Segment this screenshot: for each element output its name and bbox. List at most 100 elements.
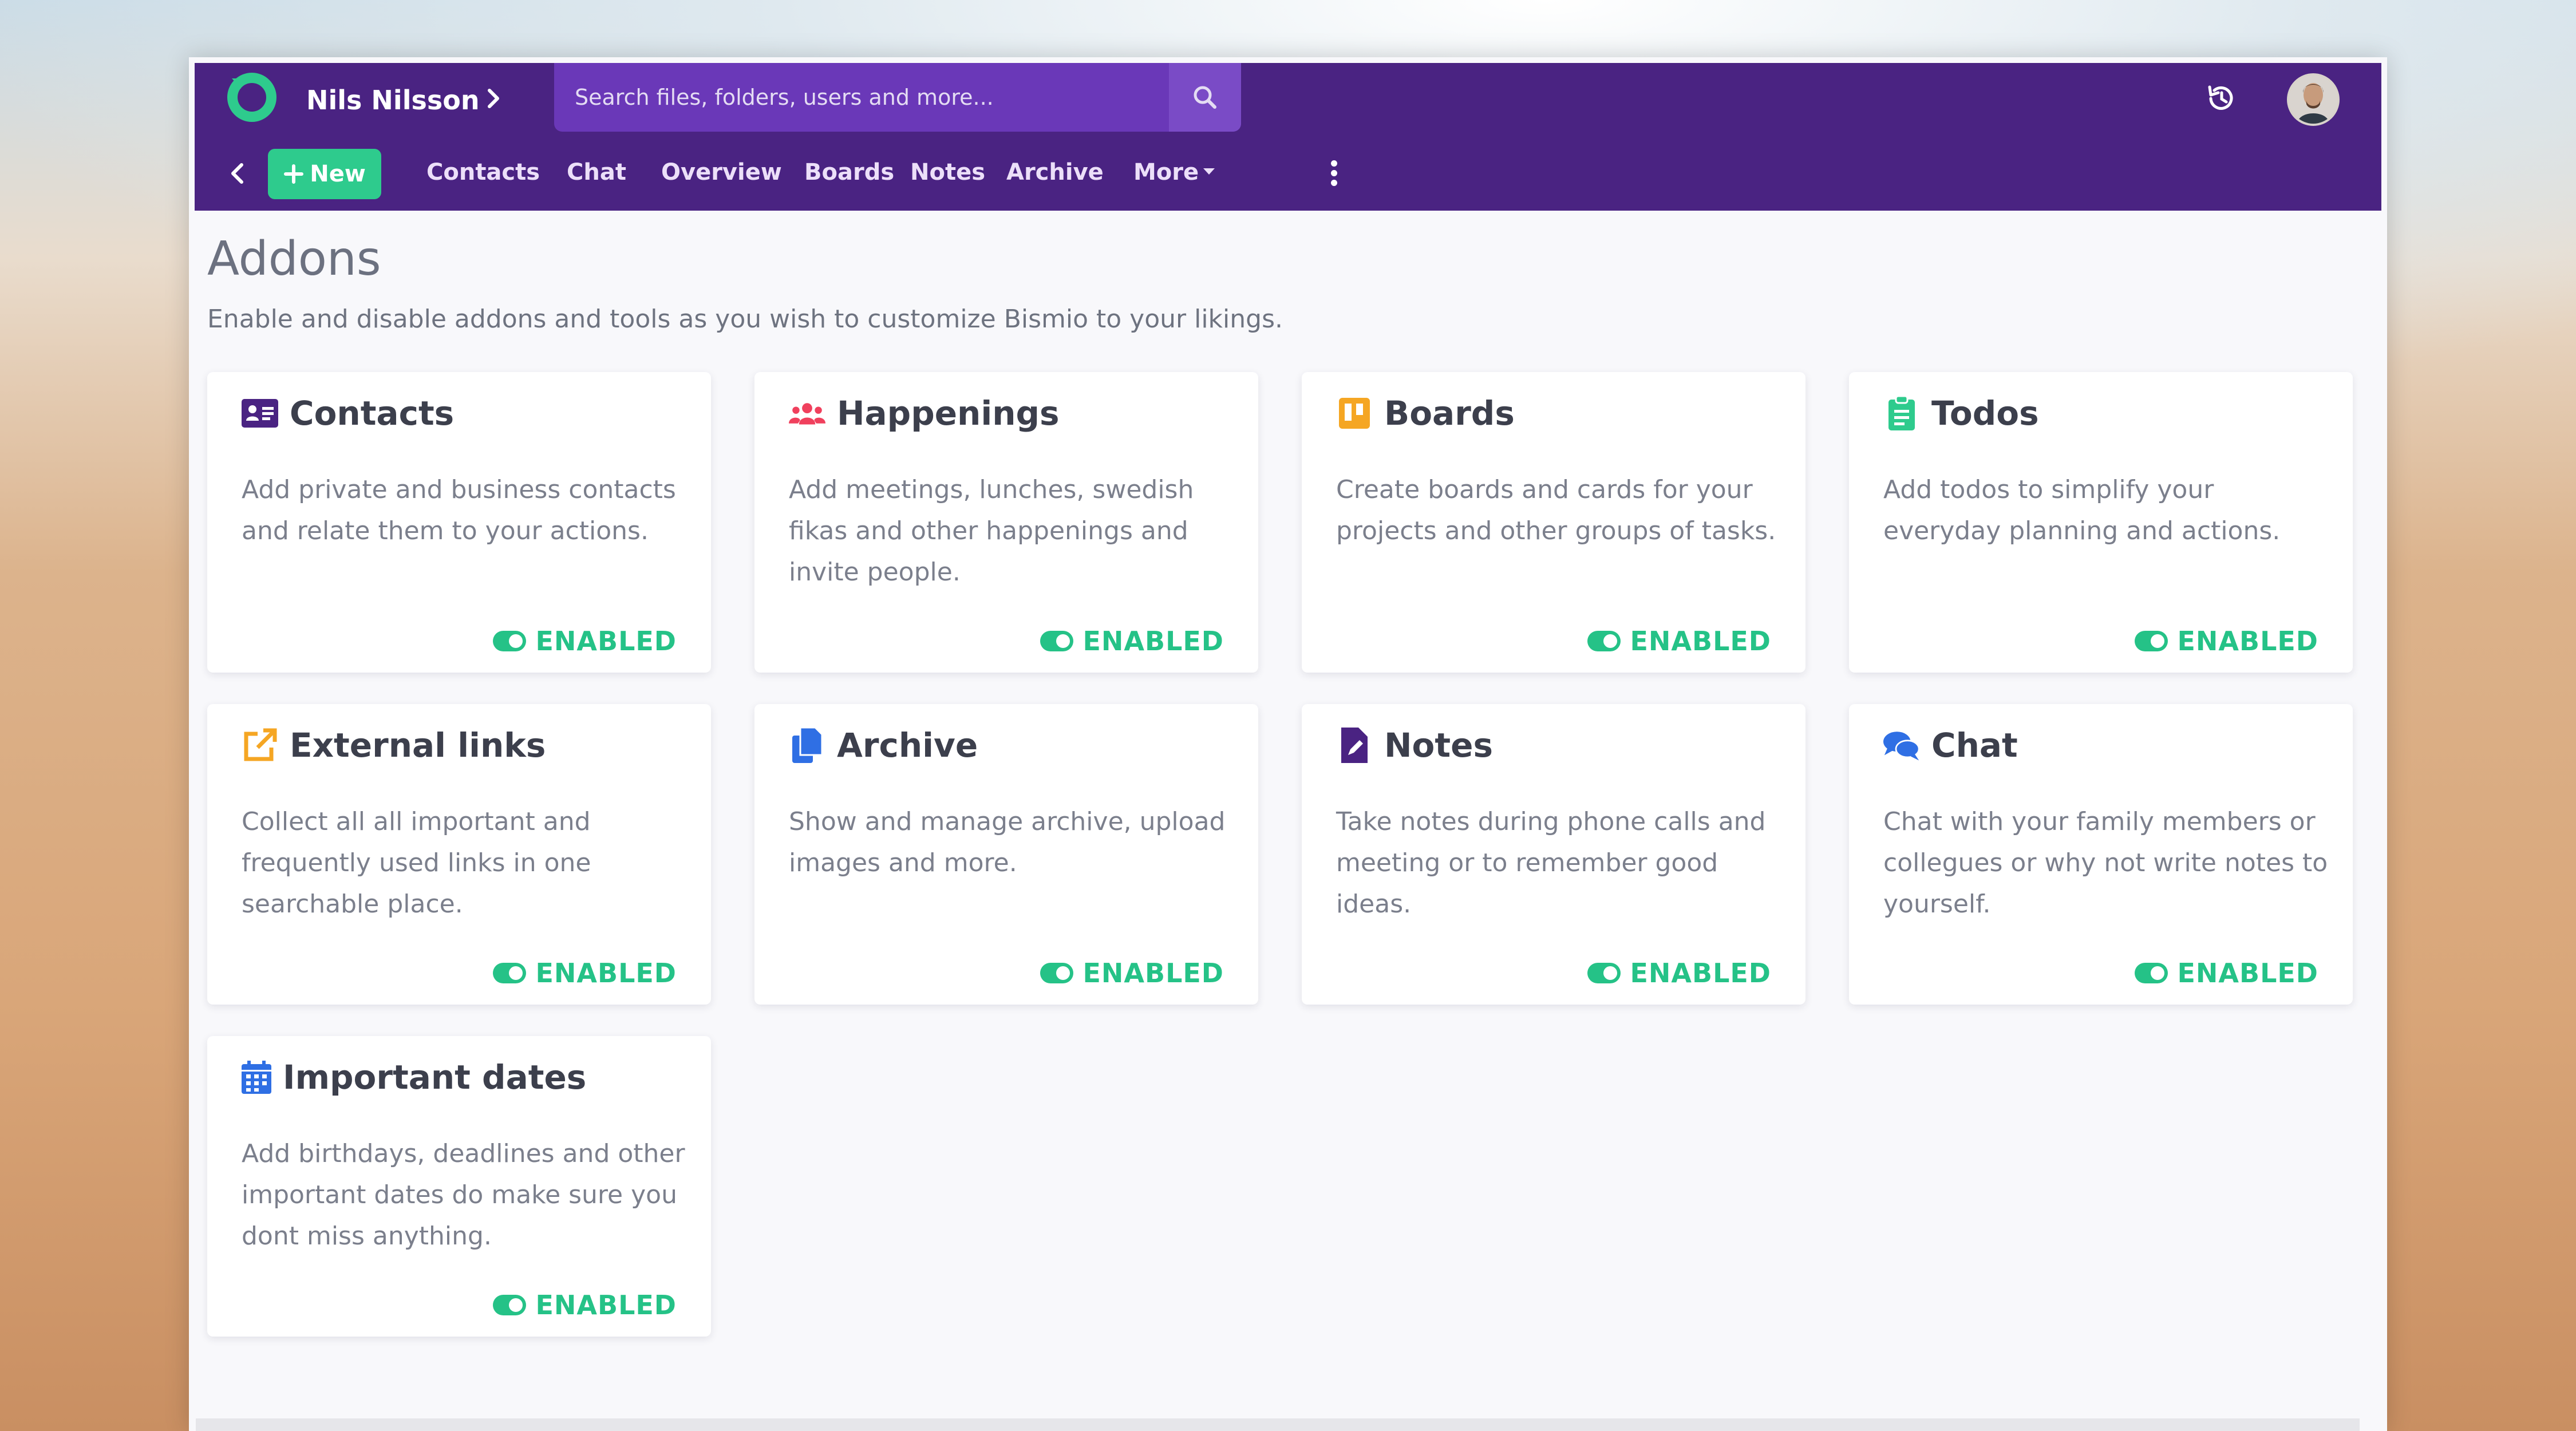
search-icon	[1194, 86, 1216, 109]
toggle-on-icon	[1587, 963, 1621, 983]
addon-description: Take notes during phone calls and meetin…	[1336, 807, 1766, 919]
addon-description: Show and manage archive, upload images a…	[789, 807, 1226, 877]
nav-boards[interactable]: Boards	[804, 159, 894, 185]
history-icon[interactable]	[2204, 81, 2238, 116]
nav-contacts[interactable]: Contacts	[426, 159, 540, 185]
addon-description: Add birthdays, deadlines and other impor…	[242, 1139, 685, 1251]
addon-card-header: Boards	[1336, 394, 1515, 433]
calendar-icon	[242, 1059, 271, 1096]
addon-status-toggle[interactable]: ENABLED	[2135, 958, 2318, 989]
addon-card-contacts[interactable]: Contacts Add private and business contac…	[207, 372, 711, 673]
addon-card-header: External links	[242, 726, 546, 765]
addon-description: Create boards and cards for your project…	[1336, 475, 1776, 545]
search-bar	[554, 63, 1241, 132]
addon-status-toggle[interactable]: ENABLED	[493, 958, 677, 989]
board-icon	[1336, 395, 1373, 432]
page-title: Addons	[207, 232, 381, 286]
addon-status-label: ENABLED	[2177, 626, 2318, 657]
chevron-right-icon[interactable]	[480, 85, 507, 112]
toggle-on-icon	[1040, 631, 1074, 651]
addon-card-todos[interactable]: Todos Add todos to simplify your everyda…	[1849, 372, 2353, 673]
addon-status-label: ENABLED	[1630, 626, 1771, 657]
chat-bubbles-icon	[1883, 727, 1920, 764]
toggle-on-icon	[493, 1295, 527, 1315]
toggle-on-icon	[493, 631, 527, 651]
addon-status-label: ENABLED	[1082, 958, 1224, 989]
addon-title: Happenings	[837, 394, 1060, 433]
addon-card-header: Todos	[1883, 394, 2039, 433]
bismio-logo-icon[interactable]	[226, 72, 278, 123]
addon-description: Add meetings, lunches, swedish fikas and…	[789, 475, 1194, 587]
nav-chat[interactable]: Chat	[567, 159, 626, 185]
new-button-label: New	[310, 161, 366, 187]
addon-card-header: Chat	[1883, 726, 2018, 765]
addon-title: Todos	[1931, 394, 2039, 433]
caret-down-icon	[1203, 168, 1215, 175]
addon-description: Add private and business contacts and re…	[242, 475, 676, 545]
nav-more-label: More	[1133, 159, 1199, 185]
addon-status-toggle[interactable]: ENABLED	[493, 1290, 677, 1321]
user-name[interactable]: Nils Nilsson	[306, 85, 480, 116]
addon-status-toggle[interactable]: ENABLED	[2135, 626, 2318, 657]
addon-status-toggle[interactable]: ENABLED	[1587, 626, 1771, 657]
addon-status-label: ENABLED	[535, 1290, 677, 1321]
search-button[interactable]	[1169, 63, 1241, 132]
chevron-left-icon[interactable]	[223, 159, 252, 188]
addon-status-label: ENABLED	[2177, 958, 2318, 989]
copy-icon	[789, 727, 825, 764]
addon-card-chat[interactable]: Chat Chat with your family members or co…	[1849, 704, 2353, 1005]
addon-card-boards[interactable]: Boards Create boards and cards for your …	[1302, 372, 1805, 673]
nav-notes[interactable]: Notes	[910, 159, 985, 185]
search-input[interactable]	[554, 63, 1167, 132]
toggle-on-icon	[493, 963, 527, 983]
addon-card-external-links[interactable]: External links Collect all all important…	[207, 704, 711, 1005]
top-navbar: Nils Nilsson Search files, folders, user…	[195, 63, 2381, 211]
addon-status-toggle[interactable]: ENABLED	[1040, 626, 1224, 657]
addon-description: Collect all all important and frequently…	[242, 807, 591, 919]
addon-title: External links	[290, 726, 546, 765]
toggle-on-icon	[1587, 631, 1621, 651]
horizontal-scrollbar[interactable]	[196, 1418, 2360, 1431]
nav-more-dropdown[interactable]: More	[1133, 159, 1215, 185]
addon-status-label: ENABLED	[1082, 626, 1224, 657]
nav-archive[interactable]: Archive	[1006, 159, 1104, 185]
addon-card-header: Happenings	[789, 394, 1060, 433]
addon-card-happenings[interactable]: Happenings Add meetings, lunches, swedis…	[754, 372, 1258, 673]
addon-status-toggle[interactable]: ENABLED	[1587, 958, 1771, 989]
addon-title: Contacts	[290, 394, 455, 433]
new-button[interactable]: New	[268, 149, 381, 199]
addon-card-archive[interactable]: Archive Show and manage archive, upload …	[754, 704, 1258, 1005]
addon-title: Chat	[1931, 726, 2018, 765]
contact-card-icon	[242, 395, 278, 432]
addon-card-header: Notes	[1336, 726, 1493, 765]
toggle-on-icon	[2135, 631, 2168, 651]
toggle-on-icon	[2135, 963, 2168, 983]
addon-title: Boards	[1384, 394, 1515, 433]
addon-status-label: ENABLED	[535, 626, 677, 657]
page-subtitle: Enable and disable addons and tools as y…	[207, 305, 1283, 334]
addon-card-important-dates[interactable]: Important dates Add birthdays, deadlines…	[207, 1036, 711, 1337]
toggle-on-icon	[1040, 963, 1074, 983]
external-link-icon	[242, 727, 278, 764]
note-file-icon	[1336, 727, 1373, 764]
avatar[interactable]	[2287, 73, 2340, 126]
addon-card-header: Important dates	[242, 1058, 586, 1097]
addon-card-header: Archive	[789, 726, 978, 765]
app-window: Nils Nilsson Search files, folders, user…	[189, 57, 2387, 1431]
user-photo-icon	[2289, 76, 2337, 124]
addon-description: Chat with your family members or collegu…	[1883, 807, 2328, 919]
addon-status-toggle[interactable]: ENABLED	[493, 626, 677, 657]
addon-card-header: Contacts	[242, 394, 454, 433]
addon-description: Add todos to simplify your everyday plan…	[1883, 475, 2281, 545]
clipboard-icon	[1883, 395, 1920, 432]
nav-overview[interactable]: Overview	[661, 159, 782, 185]
addon-title: Important dates	[283, 1058, 587, 1097]
addon-status-toggle[interactable]: ENABLED	[1040, 958, 1224, 989]
plus-icon	[284, 164, 304, 184]
navbar-bottom-row: New Contacts Chat Overview Boards Notes …	[195, 137, 2381, 211]
addon-card-notes[interactable]: Notes Take notes during phone calls and …	[1302, 704, 1805, 1005]
more-options-icon[interactable]	[1328, 160, 1340, 188]
addon-status-label: ENABLED	[1630, 958, 1771, 989]
users-icon	[789, 395, 825, 432]
addon-title: Archive	[837, 726, 978, 765]
